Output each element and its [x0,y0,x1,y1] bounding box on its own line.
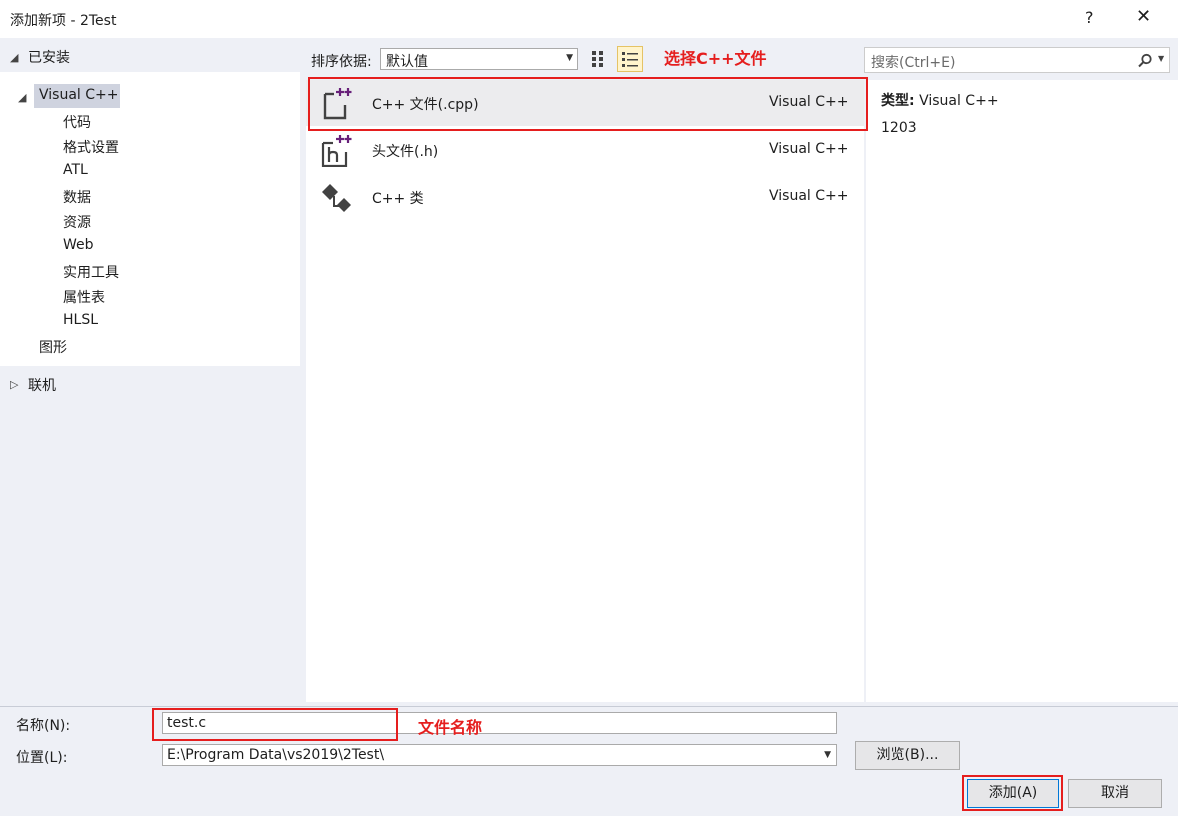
template-language: Visual C++ [769,141,849,157]
details-type: 类型: Visual C++ [881,90,999,110]
details-panel: 类型: Visual C++ 1203 [866,80,1178,702]
sort-dropdown[interactable]: 默认值 ▼ [380,48,578,70]
sort-label: 排序依据: [311,54,372,70]
details-number: 1203 [881,120,917,136]
grid-view-icon[interactable] [590,48,610,70]
tree-item-web[interactable]: Web [63,237,94,253]
template-tree [0,72,300,366]
tree-item-hlsl[interactable]: HLSL [63,312,98,328]
details-type-value: Visual C++ [919,93,999,109]
annotation-select-cpp: 选择C++文件 [664,49,767,68]
title-bar: 添加新项 - 2Test ? ✕ [0,0,1178,38]
search-input[interactable]: 搜索(Ctrl+E) ▼ [864,47,1170,73]
template-item-header-file[interactable]: 头文件(.h) Visual C++ [306,127,864,173]
template-name: C++ 类 [372,191,424,207]
template-language: Visual C++ [769,188,849,204]
tree-item-graphics[interactable]: 图形 [39,337,67,357]
tree-item-property-sheet[interactable]: 属性表 [63,287,105,307]
annotation-file-name: 文件名称 [418,718,483,737]
window-title: 添加新项 - 2Test [10,13,117,29]
sort-dropdown-value: 默认值 [386,54,428,70]
template-name: 头文件(.h) [372,144,439,160]
expand-triangle-icon[interactable]: ◢ [18,91,26,104]
tree-item-resources[interactable]: 资源 [63,212,91,232]
close-button[interactable]: ✕ [1136,6,1151,27]
tree-item-online[interactable]: 联机 [28,375,56,395]
installed-label: 已安装 [28,50,70,66]
list-view-icon[interactable] [617,46,643,72]
location-input-value: E:\Program Data\vs2019\2Test\ [167,747,385,763]
tree-item-visual-cpp[interactable]: Visual C++ [39,87,118,103]
installed-header[interactable]: ◢ 已安装 [0,38,300,72]
chevron-down-icon[interactable]: ▼ [824,750,831,760]
search-options-chevron-icon[interactable]: ▼ [1158,54,1164,63]
chevron-down-icon: ▼ [566,53,573,63]
annotation-box-add [962,775,1063,811]
tree-item-atl[interactable]: ATL [63,162,88,178]
tree-item-utility[interactable]: 实用工具 [63,262,119,282]
tree-item-format[interactable]: 格式设置 [63,137,119,157]
cpp-class-icon [322,184,351,212]
expand-right-triangle-icon[interactable]: ▷ [10,378,18,391]
template-item-cpp-class[interactable]: C++ 类 Visual C++ [306,174,864,220]
cancel-button[interactable]: 取消 [1068,779,1162,808]
annotation-box-name [152,708,398,741]
search-icon[interactable] [1137,53,1153,69]
bottom-divider [0,706,1178,707]
collapse-triangle-icon[interactable]: ◢ [10,51,18,64]
location-input[interactable]: E:\Program Data\vs2019\2Test\ ▼ [162,744,837,766]
name-label: 名称(N): [16,718,71,734]
help-button[interactable]: ? [1085,8,1094,27]
browse-button[interactable]: 浏览(B)... [855,741,960,770]
header-file-icon [321,135,352,167]
location-label: 位置(L): [16,750,68,766]
tree-item-code[interactable]: 代码 [63,112,91,132]
search-placeholder: 搜索(Ctrl+E) [871,55,956,71]
tree-item-data[interactable]: 数据 [63,187,91,207]
annotation-box-cpp [308,77,868,131]
details-type-label: 类型: [881,93,915,109]
